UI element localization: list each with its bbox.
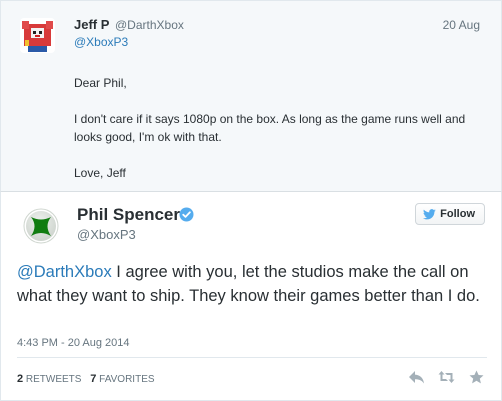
main-author-name[interactable]: Phil Spencer [77,205,180,225]
tweet-timestamp[interactable]: 4:43 PM - 20 Aug 2014 [17,337,130,349]
retweets-stat[interactable]: 2 RETWEETS [17,373,82,385]
tweet-actions [408,370,485,384]
parent-body-line: I don't care if it says 1080p on the box… [74,112,466,144]
follow-button[interactable]: Follow [415,203,485,225]
favorites-count: 7 [90,373,97,385]
parent-author-handle[interactable]: @DarthXbox [115,18,184,32]
parent-avatar[interactable] [20,18,55,53]
reply-icon[interactable] [408,370,425,384]
tweet-stats: 2 RETWEETS 7 FAVORITES [17,373,161,385]
main-tweet-text: @DarthXbox I agree with you, let the stu… [17,260,487,308]
follow-label: Follow [440,208,475,220]
reply-to-mention[interactable]: @XboxP3 [74,35,128,49]
stats-divider [17,357,487,358]
parent-tweet: Jeff P @DarthXbox 20 Aug @XboxP3 Dear Ph… [0,0,502,192]
star-icon[interactable] [468,370,485,384]
verified-badge-icon [179,207,194,222]
retweet-icon[interactable] [438,370,455,384]
twitter-bird-icon [423,208,436,219]
parent-author-name[interactable]: Jeff P [74,17,109,32]
parent-date[interactable]: 20 Aug [443,18,480,32]
parent-body-line: Dear Phil, [74,76,127,90]
favorites-stat[interactable]: 7 FAVORITES [90,373,155,385]
tweet-mention-link[interactable]: @DarthXbox [17,263,112,281]
parent-body-line: Love, Jeff [74,166,126,180]
parent-tweet-body: Dear Phil, I don't care if it says 1080p… [74,74,484,200]
main-avatar[interactable] [20,205,62,247]
main-author-handle[interactable]: @XboxP3 [77,227,136,242]
favorites-label: FAVORITES [99,374,155,385]
retweets-count: 2 [17,373,24,385]
retweets-label: RETWEETS [25,374,82,385]
main-tweet: Phil Spencer @XboxP3 Follow @DarthXbox I… [0,192,502,401]
